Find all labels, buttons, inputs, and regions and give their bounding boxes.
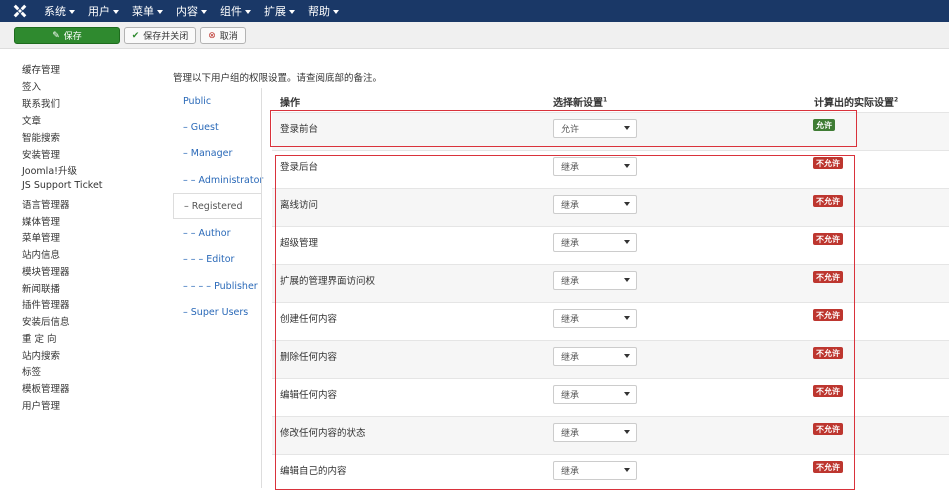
caret-down-icon <box>333 10 339 14</box>
caret-down-icon <box>245 10 251 14</box>
tab-guest[interactable]: – Guest <box>173 114 261 140</box>
menu-menus[interactable]: 菜单 <box>132 3 163 19</box>
highlight-box-allowed <box>270 110 857 147</box>
caret-down-icon <box>157 10 163 14</box>
sidebar-item-search[interactable]: 站内搜索 <box>22 348 60 362</box>
tab-administrator[interactable]: – – Administrator <box>173 167 263 193</box>
sidebar-item-messages[interactable]: 站内信息 <box>22 247 60 261</box>
admin-menu-bar: 系统 用户 菜单 内容 组件 扩展 帮助 <box>0 0 949 22</box>
cancel-circle-icon: ⊗ <box>208 30 216 41</box>
caret-down-icon <box>201 10 207 14</box>
tab-divider <box>261 88 262 488</box>
tab-super-users[interactable]: – Super Users <box>173 299 261 325</box>
save-button[interactable]: ✎ 保存 <box>14 27 120 44</box>
menu-system[interactable]: 系统 <box>44 3 75 19</box>
sidebar-item-plugins[interactable]: 插件管理器 <box>22 297 70 311</box>
header-new-setting: 选择新设置1 <box>553 96 608 109</box>
menu-extensions[interactable]: 扩展 <box>264 3 295 19</box>
menu-help[interactable]: 帮助 <box>308 3 339 19</box>
sidebar-item-postinstall[interactable]: 安装后信息 <box>22 314 70 328</box>
sidebar-item-checkin[interactable]: 签入 <box>22 79 41 93</box>
highlight-box-denied <box>275 155 855 490</box>
sidebar-item-smart-search[interactable]: 智能搜索 <box>22 130 60 144</box>
sidebar-item-templates[interactable]: 模板管理器 <box>22 381 70 395</box>
sidebar-item-media[interactable]: 媒体管理 <box>22 214 60 228</box>
tab-author[interactable]: – – Author <box>173 220 261 246</box>
sidebar-item-cache[interactable]: 缓存管理 <box>22 62 60 76</box>
sidebar-item-languages[interactable]: 语言管理器 <box>22 197 70 211</box>
cancel-button[interactable]: ⊗ 取消 <box>200 27 246 44</box>
sidebar-item-tags[interactable]: 标签 <box>22 364 41 378</box>
sidebar-item-install-manager[interactable]: 安装管理 <box>22 147 60 161</box>
sidebar-item-joomla-update[interactable]: Joomla!升级 <box>22 163 77 177</box>
joomla-logo-icon[interactable] <box>12 3 28 19</box>
save-close-button[interactable]: ✔ 保存并关闭 <box>124 27 196 44</box>
menu-components[interactable]: 组件 <box>220 3 251 19</box>
menu-content[interactable]: 内容 <box>176 3 207 19</box>
check-icon: ✔ <box>131 30 140 41</box>
tab-publisher[interactable]: – – – – Publisher <box>173 273 261 299</box>
permissions-intro: 管理以下用户组的权限设置。请查阅底部的备注。 <box>173 73 383 84</box>
tab-public[interactable]: Public <box>173 88 261 114</box>
edit-icon: ✎ <box>52 30 60 41</box>
caret-down-icon <box>69 10 75 14</box>
caret-down-icon <box>289 10 295 14</box>
main-menu: 系统 用户 菜单 内容 组件 扩展 帮助 <box>44 0 352 22</box>
toolbar: ✎ 保存 ✔ 保存并关闭 ⊗ 取消 <box>0 22 949 49</box>
header-action: 操作 <box>280 98 300 109</box>
sidebar-item-contacts[interactable]: 联系我们 <box>22 96 60 110</box>
header-calculated-setting: 计算出的实际设置2 <box>814 96 899 109</box>
tab-editor[interactable]: – – – Editor <box>173 246 261 272</box>
sidebar-item-users[interactable]: 用户管理 <box>22 398 60 412</box>
sidebar-item-menus[interactable]: 菜单管理 <box>22 230 60 244</box>
tab-registered[interactable]: – Registered <box>173 193 262 219</box>
sidebar-item-articles[interactable]: 文章 <box>22 113 41 127</box>
menu-users[interactable]: 用户 <box>88 3 119 19</box>
sidebar-item-redirect[interactable]: 重 定 向 <box>22 331 57 345</box>
tab-manager[interactable]: – Manager <box>173 140 261 166</box>
caret-down-icon <box>113 10 119 14</box>
sidebar-item-js-support-ticket[interactable]: JS Support Ticket <box>22 180 103 191</box>
sidebar-item-newsfeeds[interactable]: 新闻联播 <box>22 281 60 295</box>
sidebar-item-modules[interactable]: 模块管理器 <box>22 264 70 278</box>
